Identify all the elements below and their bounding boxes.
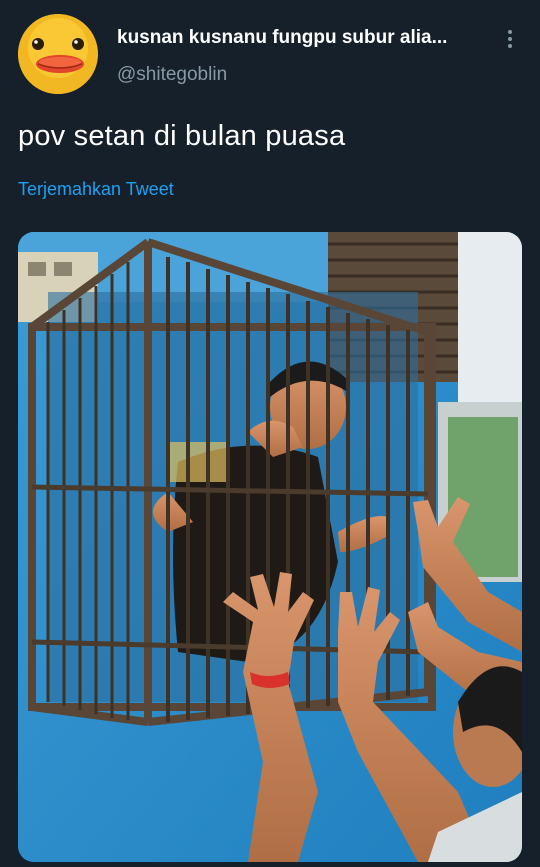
more-vertical-icon[interactable] — [500, 28, 520, 52]
display-name[interactable]: kusnan kusnanu fungpu subur alia... — [117, 27, 487, 49]
tweet-header: kusnan kusnanu fungpu subur alia... @shi… — [0, 0, 540, 110]
tweet-text: pov setan di bulan puasa — [18, 120, 346, 152]
tweet-photo[interactable] — [18, 232, 522, 862]
translate-tweet-link[interactable]: Terjemahkan Tweet — [18, 179, 174, 200]
duck-avatar[interactable] — [18, 14, 98, 94]
user-handle[interactable]: @shitegoblin — [117, 64, 227, 86]
